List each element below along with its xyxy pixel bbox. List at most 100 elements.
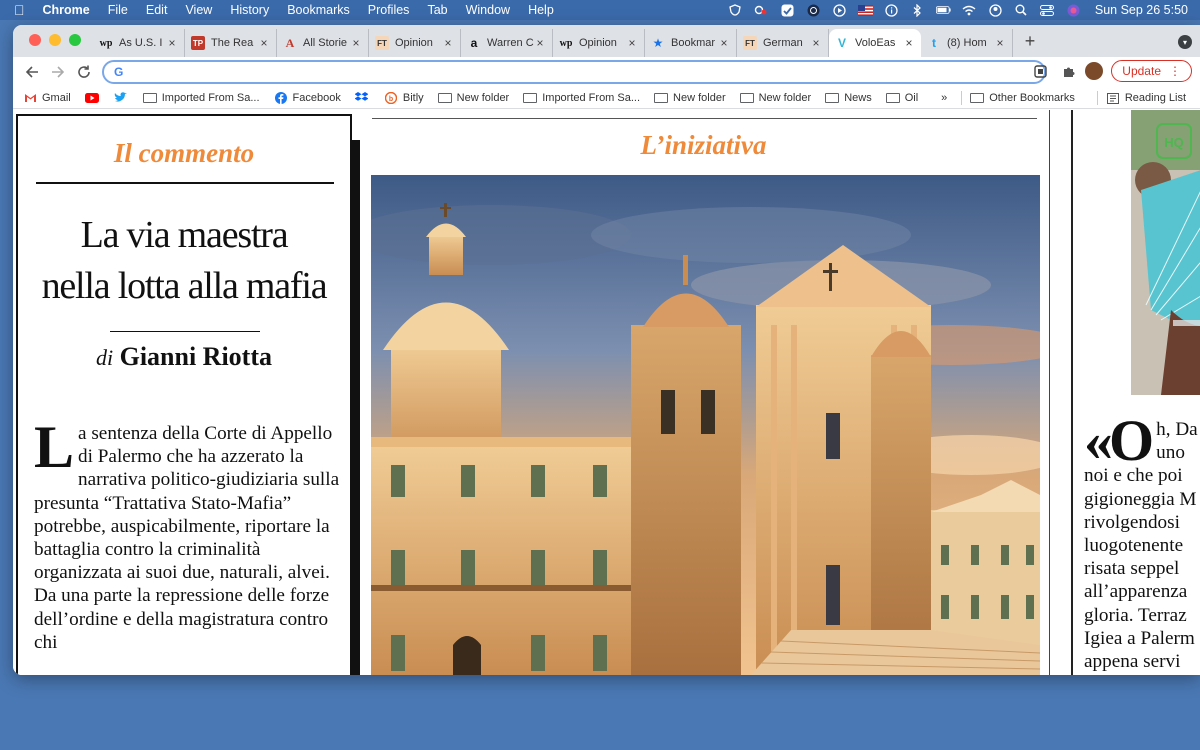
bluetooth-icon[interactable]	[910, 3, 925, 17]
other-bookmarks[interactable]: Other Bookmarks	[970, 92, 1075, 104]
siri-icon[interactable]	[1066, 4, 1081, 16]
address-input[interactable]	[129, 64, 1010, 80]
menu-file[interactable]: File	[108, 3, 128, 17]
menu-edit[interactable]: Edit	[146, 3, 168, 17]
tab-search-icon[interactable]: ▾	[1178, 35, 1192, 49]
dropbox-icon	[355, 92, 369, 104]
bookmark-item[interactable]: b Bitly	[384, 91, 424, 104]
right-article-text: «O h, Da uno noi e che poi gigioneggia M…	[1084, 408, 1200, 673]
quote-drop-cap: «O	[1084, 408, 1154, 473]
bookmarks-bar: Gmail Imported From Sa... Facebook b Bitly Ne…	[13, 87, 1200, 109]
portrait-photo: HQ	[1131, 110, 1200, 395]
browser-tab[interactable]: ★ Bookmar ×	[645, 29, 737, 57]
headline: La via maestra nella lotta alla mafia	[18, 210, 350, 312]
tab-close-icon[interactable]: ×	[626, 36, 638, 50]
tab-title: All Storie	[303, 37, 348, 49]
tab-title: The Rea	[211, 37, 254, 49]
browser-tab[interactable]: wp As U.S. I ×	[93, 29, 185, 57]
menu-tab[interactable]: Tab	[427, 3, 447, 17]
commento-column: Il commento La via maestra nella lotta a…	[16, 114, 352, 675]
reload-icon	[78, 65, 90, 78]
bookmarks-right: » Other Bookmarks Reading List	[941, 87, 1200, 109]
reload-button[interactable]	[71, 59, 97, 85]
newspaper-page[interactable]: Il commento La via maestra nella lotta a…	[13, 110, 1200, 675]
bookmark-item[interactable]: Oil	[885, 92, 918, 104]
tab-title: German	[763, 37, 803, 49]
tab-close-icon[interactable]: ×	[442, 36, 454, 50]
forward-button[interactable]	[45, 59, 71, 85]
bookmark-item[interactable]: Imported From Sa...	[523, 92, 640, 104]
update-button[interactable]: Update ⋮	[1111, 60, 1192, 82]
play-status-icon[interactable]	[832, 3, 847, 17]
bookmark-item[interactable]: New folder	[437, 92, 509, 104]
bookmarks-overflow-button[interactable]: »	[941, 92, 947, 104]
user-status-icon[interactable]	[988, 3, 1003, 17]
extensions-puzzle-icon[interactable]	[1057, 60, 1079, 82]
checkmark-status-icon[interactable]	[780, 4, 795, 16]
text-line: risata seppel	[1084, 558, 1180, 580]
spotlight-search-icon[interactable]	[1014, 4, 1029, 16]
tab-strip: wp As U.S. I × TP The Rea × A All Storie × FT Opin…	[13, 25, 1200, 57]
folder-icon	[437, 92, 452, 104]
browser-tab[interactable]: V VoloEas ×	[829, 29, 921, 57]
us-flag-icon[interactable]	[857, 4, 873, 16]
tab-close-icon[interactable]: ×	[718, 36, 730, 50]
menu-bookmarks[interactable]: Bookmarks	[287, 3, 350, 17]
tab-close-icon[interactable]: ×	[166, 36, 178, 50]
tab-close-icon[interactable]: ×	[258, 36, 270, 50]
browser-tab[interactable]: A All Storie ×	[277, 29, 369, 57]
creative-cloud-icon[interactable]	[754, 4, 769, 16]
menubar-clock[interactable]: Sun Sep 26 5:50	[1095, 3, 1188, 17]
menu-view[interactable]: View	[185, 3, 212, 17]
tab-close-icon[interactable]: ×	[810, 36, 822, 50]
menu-help[interactable]: Help	[528, 3, 554, 17]
extension-grid-icon[interactable]	[1029, 60, 1051, 82]
browser-tab[interactable]: a Warren C ×	[461, 29, 553, 57]
minimize-window-button[interactable]	[49, 34, 61, 46]
column-border	[1049, 110, 1050, 675]
tab-close-icon[interactable]: ×	[903, 36, 915, 50]
browser-tab[interactable]: wp Opinion ×	[553, 29, 645, 57]
profile-avatar[interactable]	[1085, 62, 1104, 80]
battery-icon[interactable]	[935, 4, 951, 16]
bookmark-item[interactable]	[355, 92, 374, 104]
browser-tab[interactable]: FT German ×	[737, 29, 829, 57]
svg-text:b: b	[389, 95, 393, 102]
close-window-button[interactable]	[29, 34, 41, 46]
bookmarks-separator	[1096, 91, 1098, 105]
reading-list-icon	[1106, 92, 1120, 104]
browser-tab[interactable]: t (8) Hom ×	[921, 29, 1013, 57]
window-controls	[29, 34, 89, 46]
bookmark-item[interactable]: News	[825, 92, 872, 104]
tab-close-icon[interactable]: ×	[350, 36, 362, 50]
circle-status-icon[interactable]	[806, 4, 821, 16]
apple-menu-icon[interactable]: 	[14, 2, 25, 18]
bookmark-item[interactable]: New folder	[739, 92, 811, 104]
fullscreen-window-button[interactable]	[69, 34, 81, 46]
bookmark-item[interactable]: New folder	[654, 92, 726, 104]
text-line: gigioneggia M	[1084, 488, 1197, 510]
new-tab-button[interactable]: +	[1017, 27, 1043, 55]
control-center-icon[interactable]	[1040, 4, 1055, 16]
text-line: rivolgendosi	[1084, 511, 1180, 533]
back-button[interactable]	[19, 59, 45, 85]
wifi-icon[interactable]	[962, 4, 977, 16]
address-bar[interactable]: G	[102, 60, 1046, 84]
bookmark-item[interactable]: Facebook	[274, 91, 341, 104]
menu-window[interactable]: Window	[466, 3, 510, 17]
bookmark-item[interactable]: Imported From Sa...	[142, 92, 260, 104]
shield-status-icon[interactable]	[728, 4, 743, 16]
browser-tab[interactable]: TP The Rea ×	[185, 29, 277, 57]
bookmark-item[interactable]	[114, 92, 133, 104]
bookmark-item[interactable]	[84, 92, 104, 104]
tab-close-icon[interactable]: ×	[994, 36, 1006, 50]
reading-list[interactable]: Reading List	[1106, 92, 1186, 104]
menu-app-name[interactable]: Chrome	[43, 3, 90, 17]
iniziativa-column: L’iniziativa	[357, 110, 1050, 675]
browser-tab[interactable]: FT Opinion ×	[369, 29, 461, 57]
info-status-icon[interactable]	[884, 3, 899, 17]
bookmark-item[interactable]: Gmail	[23, 92, 71, 104]
menu-history[interactable]: History	[230, 3, 269, 17]
tab-close-icon[interactable]: ×	[534, 36, 546, 50]
menu-profiles[interactable]: Profiles	[368, 3, 410, 17]
